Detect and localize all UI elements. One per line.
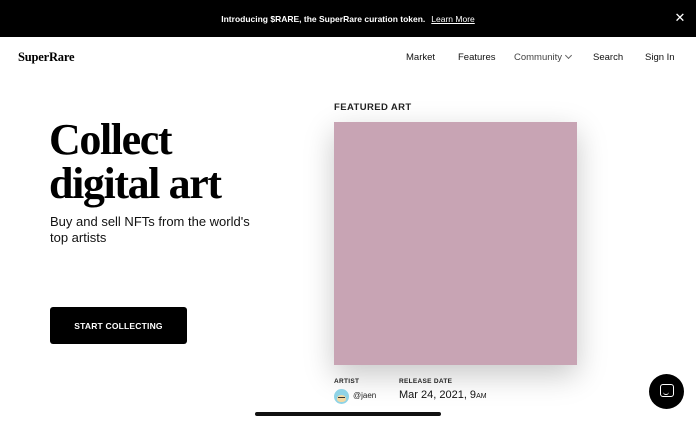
- logo[interactable]: SuperRare: [18, 50, 75, 65]
- release-date-label: RELEASE DATE: [399, 378, 453, 385]
- learn-more-link[interactable]: Learn More: [431, 14, 474, 24]
- nav-sign-in[interactable]: Sign In: [645, 52, 675, 63]
- chevron-down-icon: [565, 51, 573, 60]
- avatar-eyes: [338, 397, 345, 399]
- hero-title-line-2: digital art: [49, 159, 222, 208]
- hero-subtitle: Buy and sell NFTs from the world's top a…: [50, 214, 250, 245]
- release-date-ampm: AM: [476, 393, 487, 400]
- nav-community-label: Community: [514, 52, 563, 63]
- top-nav: SuperRare Market Features Community Sear…: [0, 37, 696, 79]
- artist-avatar[interactable]: [334, 389, 349, 404]
- artist-label: ARTIST: [334, 378, 360, 385]
- promo-text: Introducing $RARE, the SuperRare curatio…: [221, 13, 426, 24]
- close-icon[interactable]: ✕: [672, 10, 688, 26]
- featured-art-label: FEATURED ART: [334, 102, 412, 113]
- nav-features[interactable]: Features: [458, 52, 496, 63]
- release-date: Mar 24, 2021, 9AM: [399, 389, 487, 401]
- chat-icon: [660, 384, 674, 397]
- start-collecting-button[interactable]: START COLLECTING: [50, 307, 187, 344]
- hero-title-line-1: Collect: [49, 115, 173, 164]
- artist-handle[interactable]: @jaen: [353, 391, 376, 400]
- release-date-value: Mar 24, 2021, 9: [399, 389, 477, 401]
- featured-artwork[interactable]: [334, 122, 577, 365]
- nav-search[interactable]: Search: [593, 52, 623, 63]
- promo-banner: Introducing $RARE, the SuperRare curatio…: [0, 0, 696, 37]
- home-indicator: [255, 412, 441, 416]
- nav-market[interactable]: Market: [406, 52, 435, 63]
- nav-community[interactable]: Community: [514, 51, 573, 63]
- chat-button[interactable]: [649, 374, 684, 409]
- hero-title: Collect digital art: [49, 115, 222, 208]
